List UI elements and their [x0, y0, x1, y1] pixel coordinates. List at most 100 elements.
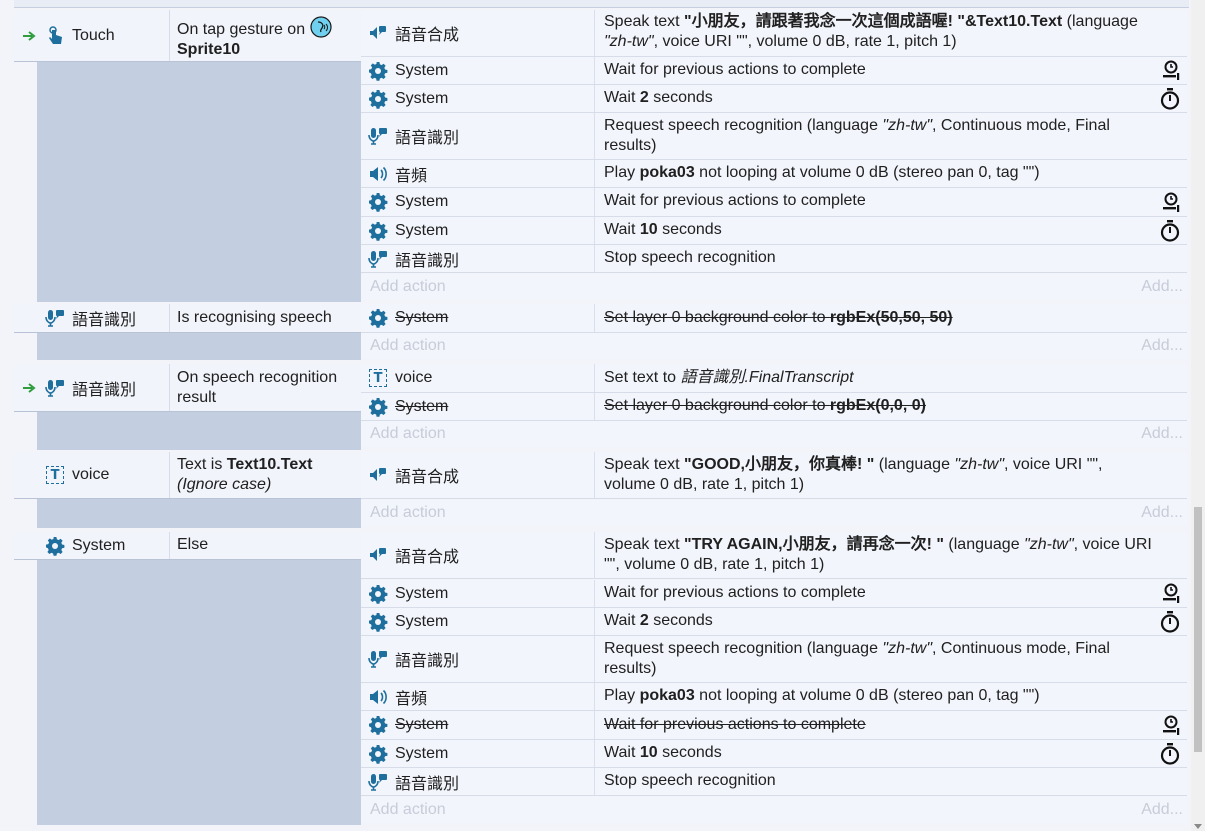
action-row-disabled[interactable]: System Set layer 0 background color to r… — [361, 304, 1187, 333]
action-text-part: (language — [1062, 13, 1138, 30]
action-text-italic: "zh-tw" — [1024, 536, 1074, 553]
speech-recognition-icon — [44, 377, 66, 399]
action-row[interactable]: 語音識別 Request speech recognition (languag… — [361, 113, 1187, 160]
condition-row[interactable]: System Else — [14, 532, 361, 560]
gear-icon — [367, 611, 389, 633]
action-object-label: 語音識別 — [395, 775, 460, 793]
action-text-bold: 2 — [639, 612, 649, 629]
wait-signal-icon — [1161, 192, 1181, 214]
action-object-label: 語音識別 — [395, 653, 460, 670]
add-action-row[interactable]: Add action Add... — [361, 333, 1187, 359]
action-object-label: System — [395, 221, 449, 239]
action-row[interactable]: System Wait 2 seconds — [361, 85, 1187, 113]
condition-text: Is recognising speech — [177, 309, 332, 326]
add-action-row[interactable]: Add action Add... — [361, 274, 1187, 300]
add-menu-link[interactable]: Add... — [1141, 801, 1183, 819]
action-row[interactable]: 語音合成 Speak text "TRY AGAIN,小朋友，請再念一次! " … — [361, 532, 1187, 579]
action-text: Wait for previous actions to complete — [604, 192, 866, 209]
vertical-scrollbar[interactable] — [1191, 0, 1205, 831]
add-action-link[interactable]: Add action — [370, 425, 446, 443]
gear-icon — [367, 396, 389, 418]
action-text: Wait 10 seconds — [604, 220, 1153, 240]
action-row[interactable]: 語音合成 Speak text "GOOD,小朋友，你真棒! " (langua… — [361, 452, 1187, 499]
action-text-part: seconds — [657, 221, 722, 238]
gear-icon — [367, 714, 389, 736]
action-row[interactable]: 語音識別 Stop speech recognition — [361, 245, 1187, 273]
speaker-icon — [367, 163, 389, 185]
action-text-part: (language — [874, 456, 955, 473]
wait-signal-icon — [1161, 715, 1181, 737]
scroll-down-arrow-icon[interactable] — [1194, 824, 1202, 829]
action-text: Wait 2 seconds — [604, 611, 1153, 631]
condition-row[interactable]: T voice Text is Text10.Text (Ignore case… — [14, 452, 361, 499]
action-text: Wait for previous actions to complete — [604, 716, 866, 733]
add-menu-link[interactable]: Add... — [1141, 278, 1183, 296]
action-row[interactable]: System Wait for previous actions to comp… — [361, 580, 1187, 608]
add-menu-link[interactable]: Add... — [1141, 337, 1183, 355]
action-object-label: System — [395, 584, 449, 602]
add-action-row[interactable]: Add action Add... — [361, 421, 1187, 447]
action-row[interactable]: System Wait 2 seconds — [361, 608, 1187, 636]
action-text: Stop speech recognition — [604, 249, 776, 266]
add-action-row[interactable]: Add action Add... — [361, 797, 1187, 823]
action-object-label: 語音合成 — [395, 469, 460, 486]
action-row[interactable]: System Wait 10 seconds — [361, 740, 1187, 768]
add-menu-link[interactable]: Add... — [1141, 425, 1183, 443]
condition-row[interactable]: Touch On tap gesture on Sprite10 — [14, 10, 361, 62]
action-object-label: System — [395, 716, 449, 733]
action-row[interactable]: 音頻 Play poka03 not looping at volume 0 d… — [361, 160, 1187, 188]
action-text-part: Request speech recognition (language — [604, 640, 883, 657]
action-text: Set layer 0 background color to rgbEx(50… — [604, 308, 1153, 328]
add-action-link[interactable]: Add action — [370, 504, 446, 522]
speech-synthesis-icon — [367, 22, 389, 44]
condition-row[interactable]: 語音識別 On speech recognition result — [14, 364, 361, 412]
scrollbar-thumb[interactable] — [1194, 507, 1202, 752]
action-text-italic: "zh-tw" — [954, 456, 1004, 473]
column-divider — [594, 304, 595, 332]
action-row[interactable]: 語音合成 Speak text "小朋友，請跟著我念一次這個成語喔! "&Tex… — [361, 10, 1187, 57]
condition-text: On tap gesture on Sprite10 — [177, 16, 357, 60]
add-action-link[interactable]: Add action — [370, 337, 446, 355]
action-row-disabled[interactable]: System Set layer 0 background color to r… — [361, 393, 1187, 421]
gear-icon — [367, 220, 389, 242]
speech-recognition-icon — [44, 307, 66, 329]
text-object-icon: T — [367, 367, 389, 389]
action-text-italic: 語音識別.FinalTranscript — [680, 369, 854, 386]
action-text-part: seconds — [648, 89, 713, 106]
column-divider — [169, 532, 170, 559]
column-divider — [594, 711, 595, 739]
add-menu-link[interactable]: Add... — [1141, 504, 1183, 522]
action-object-label: 音頻 — [395, 690, 428, 708]
action-row[interactable]: System Wait for previous actions to comp… — [361, 188, 1187, 217]
wait-signal-icon — [1161, 60, 1181, 82]
action-row[interactable]: 語音識別 Stop speech recognition — [361, 768, 1187, 796]
add-action-link[interactable]: Add action — [370, 278, 446, 296]
speech-synthesis-icon — [367, 544, 389, 566]
column-divider — [594, 245, 595, 272]
column-divider — [169, 364, 170, 411]
action-row[interactable]: System Wait 10 seconds — [361, 217, 1187, 245]
add-action-link[interactable]: Add action — [370, 801, 446, 819]
gear-icon — [367, 191, 389, 213]
sprite-icon — [309, 16, 332, 38]
action-text-part: Wait — [604, 89, 640, 106]
gear-icon — [44, 535, 66, 557]
action-row[interactable]: Tvoice Set text to 語音識別.FinalTranscript — [361, 364, 1187, 393]
action-row[interactable]: 語音識別 Request speech recognition (languag… — [361, 636, 1187, 683]
action-text-part: not looping at volume 0 dB (stereo pan 0… — [694, 164, 1040, 181]
action-row-disabled[interactable]: System Wait for previous actions to comp… — [361, 711, 1187, 740]
action-text: Wait for previous actions to complete — [604, 61, 866, 78]
action-text-bold: 2 — [639, 89, 649, 106]
action-text-bold: rgbEx(0,0, 0) — [829, 397, 926, 414]
speech-recognition-icon — [367, 648, 389, 670]
stopwatch-icon — [1159, 220, 1181, 242]
condition-object-label: 語音識別 — [72, 381, 137, 399]
action-row[interactable]: System Wait for previous actions to comp… — [361, 57, 1187, 85]
gear-icon — [367, 583, 389, 605]
add-action-row[interactable]: Add action Add... — [361, 500, 1187, 526]
condition-row[interactable]: 語音識別 Is recognising speech — [14, 304, 361, 333]
action-text-bold: rgbEx(50,50, 50) — [829, 309, 953, 326]
column-divider — [594, 57, 595, 84]
action-row[interactable]: 音頻 Play poka03 not looping at volume 0 d… — [361, 683, 1187, 711]
gear-icon — [367, 307, 389, 329]
